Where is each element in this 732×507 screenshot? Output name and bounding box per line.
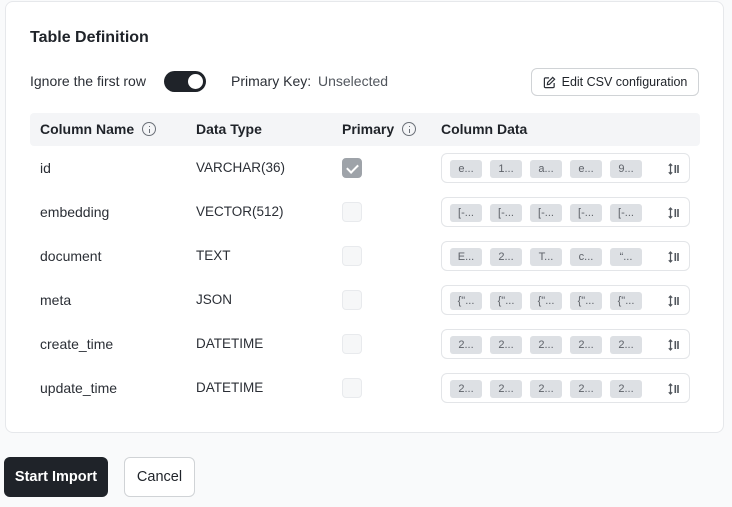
- sample-value-chip: 2...: [570, 336, 602, 354]
- sort-icon[interactable]: [668, 338, 680, 351]
- cancel-button[interactable]: Cancel: [124, 457, 195, 497]
- column-data-preview[interactable]: 2... 2... 2... 2... 2...: [441, 329, 690, 359]
- sample-value-chip: 2...: [490, 380, 522, 398]
- data-type-cell: DATETIME: [196, 336, 264, 351]
- info-icon[interactable]: [142, 122, 157, 136]
- table-row: update_time DATETIME 2... 2... 2... 2... 2...: [30, 366, 700, 410]
- primary-checkbox[interactable]: [342, 202, 362, 222]
- sample-value-chip: {"...: [490, 292, 522, 310]
- sample-value-chip: [-...: [570, 204, 602, 222]
- sample-value-chip: 2...: [450, 380, 482, 398]
- header-column-name-label: Column Name: [40, 121, 135, 137]
- sample-value-chip: [-...: [490, 204, 522, 222]
- header-primary: Primary: [342, 121, 417, 137]
- sample-value-chip: [-...: [610, 204, 642, 222]
- sample-value-chip: {"...: [570, 292, 602, 310]
- table-row: meta JSON {"... {"... {"... {"... {"...: [30, 278, 700, 322]
- sample-value-chip: 2...: [530, 336, 562, 354]
- data-type-cell: JSON: [196, 292, 233, 307]
- data-type-cell: TEXT: [196, 248, 231, 263]
- sample-value-chip: {"...: [450, 292, 482, 310]
- sample-value-chip: T...: [530, 248, 562, 266]
- panel-title: Table Definition: [30, 29, 149, 46]
- header-column-data-label: Column Data: [441, 121, 528, 137]
- sample-value-chip: a...: [530, 160, 562, 178]
- header-column-data: Column Data: [441, 121, 527, 137]
- sample-value-chip: {"...: [530, 292, 562, 310]
- sort-icon[interactable]: [668, 250, 680, 263]
- sample-value-chip: E...: [450, 248, 482, 266]
- header-column-name: Column Name: [40, 121, 157, 137]
- ignore-first-row-label: Ignore the first row: [30, 73, 146, 89]
- column-name-cell: create_time: [40, 336, 114, 352]
- ignore-first-row-toggle[interactable]: [164, 71, 206, 92]
- sample-value-chip: 2...: [610, 336, 642, 354]
- sample-value-chip: 2...: [490, 336, 522, 354]
- primary-checkbox[interactable]: [342, 334, 362, 354]
- table-row: create_time DATETIME 2... 2... 2... 2... 2...: [30, 322, 700, 366]
- column-name-cell: update_time: [40, 380, 118, 396]
- sample-value-chip: “...: [610, 248, 642, 266]
- primary-checkbox[interactable]: [342, 290, 362, 310]
- sample-value-chip: [-...: [450, 204, 482, 222]
- sample-value-chip: 2...: [450, 336, 482, 354]
- column-name-cell: embedding: [40, 204, 110, 220]
- column-name-cell: id: [40, 160, 51, 176]
- toggle-knob: [188, 74, 203, 89]
- header-primary-label: Primary: [342, 121, 395, 137]
- table-definition-panel: Table Definition Ignore the first row Pr…: [5, 1, 724, 433]
- sample-value-chip: 2...: [490, 248, 522, 266]
- column-data-preview[interactable]: e... 1... a... e... 9...: [441, 153, 690, 183]
- sort-icon[interactable]: [668, 294, 680, 307]
- sort-icon[interactable]: [668, 162, 680, 175]
- options-row: Ignore the first row Primary Key: Unsele…: [30, 68, 700, 96]
- sample-value-chip: 2...: [570, 380, 602, 398]
- sample-value-chip: e...: [570, 160, 602, 178]
- sort-icon[interactable]: [668, 206, 680, 219]
- column-data-preview[interactable]: [-... [-... [-... [-... [-...: [441, 197, 690, 227]
- sample-value-chip: e...: [450, 160, 482, 178]
- start-import-button[interactable]: Start Import: [4, 457, 108, 497]
- column-name-cell: meta: [40, 292, 72, 308]
- sample-value-chip: 9...: [610, 160, 642, 178]
- primary-key-label: Primary Key:: [231, 73, 312, 89]
- column-data-preview[interactable]: E... 2... T... c... “...: [441, 241, 690, 271]
- edit-icon: [543, 76, 556, 89]
- sample-value-chip: 2...: [610, 380, 642, 398]
- column-name-cell: document: [40, 248, 102, 264]
- table-row: document TEXT E... 2... T... c... “...: [30, 234, 700, 278]
- primary-checkbox[interactable]: [342, 378, 362, 398]
- info-icon[interactable]: [402, 122, 417, 136]
- edit-csv-configuration-button[interactable]: Edit CSV configuration: [531, 68, 699, 96]
- table-row: id VARCHAR(36) e... 1... a... e... 9...: [30, 146, 700, 190]
- column-data-preview[interactable]: 2... 2... 2... 2... 2...: [441, 373, 690, 403]
- data-type-cell: DATETIME: [196, 380, 264, 395]
- table-row: embedding VECTOR(512) [-... [-... [-... [-...…: [30, 190, 700, 234]
- sort-icon[interactable]: [668, 382, 680, 395]
- primary-key-value: Unselected: [318, 73, 389, 89]
- header-data-type: Data Type: [196, 121, 262, 137]
- edit-csv-label: Edit CSV configuration: [561, 75, 688, 89]
- data-type-cell: VARCHAR(36): [196, 160, 286, 175]
- sample-value-chip: 2...: [530, 380, 562, 398]
- primary-checkbox[interactable]: [342, 246, 362, 266]
- sample-value-chip: {"...: [610, 292, 642, 310]
- sample-value-chip: c...: [570, 248, 602, 266]
- sample-value-chip: [-...: [530, 204, 562, 222]
- data-type-cell: VECTOR(512): [196, 204, 284, 219]
- primary-checkbox[interactable]: [342, 158, 362, 178]
- table-header: Column Name Data Type Primary Column Dat…: [30, 113, 700, 146]
- column-data-preview[interactable]: {"... {"... {"... {"... {"...: [441, 285, 690, 315]
- sample-value-chip: 1...: [490, 160, 522, 178]
- header-data-type-label: Data Type: [196, 121, 262, 137]
